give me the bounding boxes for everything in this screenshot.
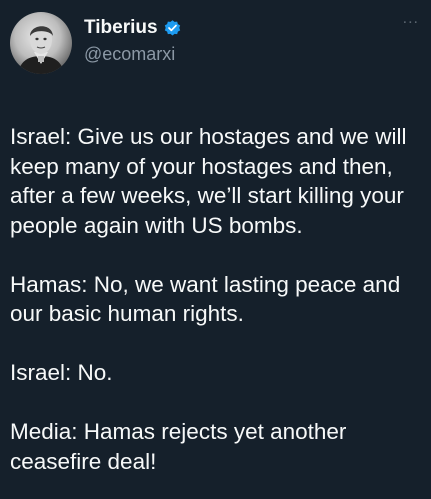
user-info: Tiberius @ecomarxi <box>84 16 182 65</box>
portrait-icon <box>18 26 64 74</box>
user-handle[interactable]: @ecomarxi <box>84 44 182 65</box>
avatar[interactable] <box>10 12 72 74</box>
tweet-card: Tiberius @ecomarxi ... Israel: Give us o… <box>0 0 431 499</box>
verified-badge-icon <box>163 19 182 38</box>
tweet-text: Israel: Give us our hostages and we will… <box>10 122 423 476</box>
tweet-paragraph: Hamas: No, we want lasting peace and our… <box>10 271 401 327</box>
name-row: Tiberius <box>84 16 182 40</box>
tweet-header: Tiberius @ecomarxi ... <box>10 11 423 80</box>
more-options-icon[interactable]: ... <box>403 11 419 27</box>
tweet-paragraph: Israel: Give us our hostages and we will… <box>10 124 407 238</box>
tweet-paragraph: Media: Hamas rejects yet another ceasefi… <box>10 419 347 474</box>
tweet-paragraph: Israel: No. <box>10 360 113 385</box>
display-name[interactable]: Tiberius <box>84 17 158 39</box>
